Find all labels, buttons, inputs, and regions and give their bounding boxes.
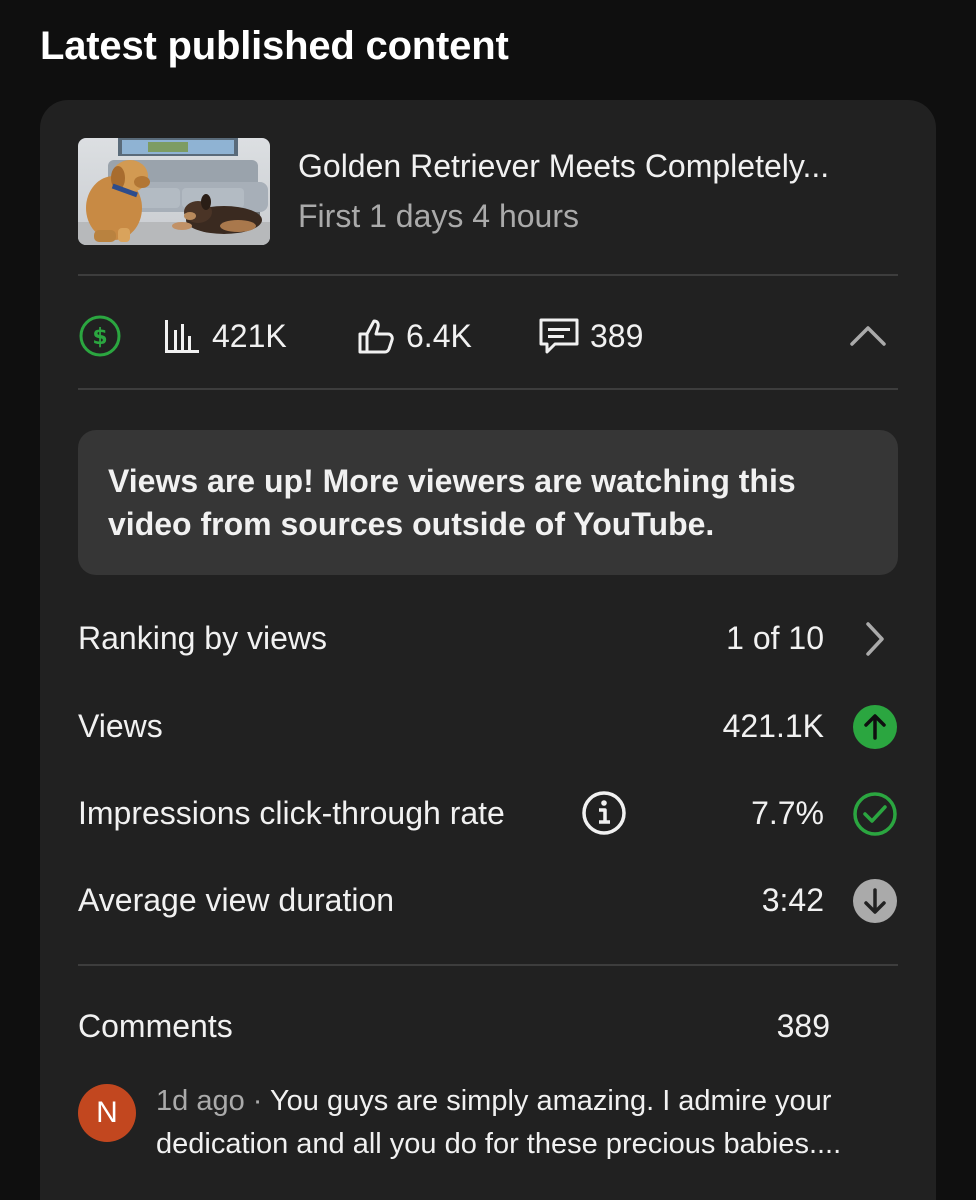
comments-count: 389 [776, 1008, 830, 1044]
metric-value: 421.1K [722, 708, 824, 744]
dollar-circle-icon: $ [78, 314, 122, 358]
metric-label: Views [78, 708, 163, 744]
metric-label: Impressions click-through rate [78, 795, 505, 831]
metric-ranking[interactable]: Ranking by views 1 of 10 [78, 608, 898, 668]
comments-stat: 389 [538, 314, 643, 358]
check-circle-icon [852, 791, 898, 837]
video-title[interactable]: Golden Retriever Meets Completely... [298, 148, 829, 185]
latest-comment[interactable]: 1d ago · You guys are simply amazing. I … [156, 1080, 886, 1166]
divider [78, 274, 898, 276]
page-title: Latest published content [40, 24, 509, 68]
insight-message: Views are up! More viewers are watching … [78, 430, 898, 575]
likes-stat: 6.4K [356, 314, 472, 358]
thumbs-up-icon [358, 319, 394, 354]
metric-label: Ranking by views [78, 620, 327, 656]
chevron-right-icon[interactable] [852, 616, 898, 662]
views-count: 421K [212, 317, 287, 354]
likes-count: 6.4K [406, 317, 472, 354]
bar-chart-icon [165, 320, 199, 353]
metric-ctr: Impressions click-through rate 7.7% [78, 783, 898, 843]
comment-separator: · [244, 1085, 270, 1117]
info-icon[interactable] [580, 789, 628, 837]
chevron-up-icon[interactable] [848, 314, 888, 358]
comment-icon [539, 318, 579, 354]
video-row[interactable]: Golden Retriever Meets Completely... Fir… [78, 138, 898, 246]
views-stat: 421K [162, 314, 287, 358]
arrow-up-circle-icon [852, 704, 898, 750]
comments-count-stat: 389 [590, 317, 644, 354]
metric-avg-duration: Average view duration 3:42 [78, 870, 898, 930]
metric-value: 1 of 10 [726, 620, 824, 656]
svg-text:$: $ [92, 325, 107, 350]
avatar[interactable]: N [78, 1084, 136, 1142]
divider [78, 388, 898, 390]
metric-views: Views 421.1K [78, 696, 898, 756]
metric-value: 3:42 [761, 882, 824, 918]
video-published-time: First 1 days 4 hours [298, 198, 579, 234]
metric-value: 7.7% [751, 795, 824, 831]
latest-content-card: Golden Retriever Meets Completely... Fir… [40, 100, 936, 1200]
comments-heading[interactable]: Comments [78, 1008, 233, 1045]
metric-label: Average view duration [78, 882, 395, 918]
stats-row: $ 421K 6.4K 389 [78, 290, 898, 380]
video-thumbnail[interactable] [78, 138, 270, 245]
arrow-down-circle-icon [852, 878, 898, 924]
comment-time: 1d ago [156, 1085, 245, 1117]
divider [78, 964, 898, 966]
